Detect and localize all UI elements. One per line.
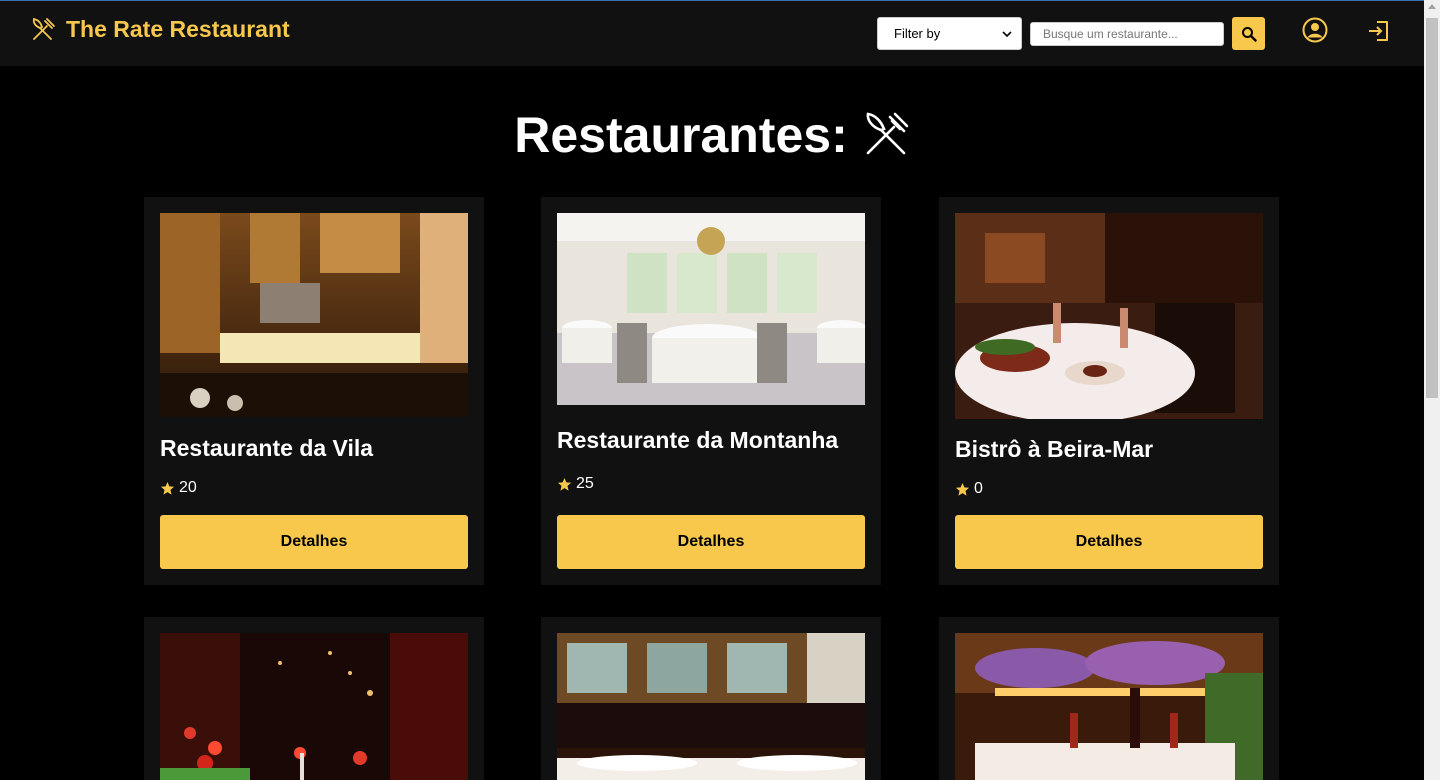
details-button[interactable]: Detalhes xyxy=(557,515,865,569)
filter-select[interactable]: Filter by xyxy=(877,17,1022,50)
logout-icon[interactable] xyxy=(1366,18,1392,44)
utensils-icon xyxy=(866,112,909,155)
restaurant-name: Restaurante da Montanha xyxy=(557,427,839,453)
utensils-icon xyxy=(32,17,55,40)
details-button[interactable]: Detalhes xyxy=(160,515,468,569)
search-button[interactable] xyxy=(1232,17,1265,50)
search-icon xyxy=(1241,26,1257,42)
restaurant-name: Restaurante da Vila xyxy=(160,435,374,461)
star-icon xyxy=(557,477,572,491)
scroll-up-arrow-icon[interactable] xyxy=(1428,4,1436,9)
scrollbar-thumb[interactable] xyxy=(1426,18,1438,398)
brand[interactable]: The Rate Restaurant xyxy=(30,16,290,43)
page-title-text: Restaurantes: xyxy=(514,107,848,163)
navbar: The Rate Restaurant Filter by xyxy=(0,1,1424,66)
restaurant-name: Bistrô à Beira-Mar xyxy=(955,436,1154,462)
filter-select-value: Filter by xyxy=(894,26,941,41)
star-icon xyxy=(955,482,970,496)
restaurant-image xyxy=(955,633,1263,780)
restaurant-rating: 25 xyxy=(557,475,594,493)
star-icon xyxy=(160,481,175,495)
rating-value: 25 xyxy=(576,475,594,492)
restaurant-card: Bistrô à Beira-Mar 0 Detalhes xyxy=(939,197,1279,585)
restaurant-image xyxy=(557,633,865,780)
rating-value: 20 xyxy=(179,479,197,496)
restaurant-image xyxy=(955,213,1263,419)
restaurant-image xyxy=(160,213,468,417)
restaurant-image xyxy=(160,633,468,780)
restaurant-card: Restaurante da Vila 20 Detalhes xyxy=(144,197,484,585)
restaurant-card: Restaurante da Montanha 25 Detalhes xyxy=(541,197,881,585)
restaurant-card xyxy=(144,617,484,780)
restaurant-card xyxy=(939,617,1279,780)
restaurant-rating: 20 xyxy=(160,479,197,497)
restaurant-card xyxy=(541,617,881,780)
brand-title: The Rate Restaurant xyxy=(66,16,290,42)
details-button[interactable]: Detalhes xyxy=(955,515,1263,569)
user-circle-icon[interactable] xyxy=(1302,17,1328,43)
rating-value: 0 xyxy=(974,480,983,497)
search-input[interactable] xyxy=(1030,22,1224,46)
page-title: Restaurantes: xyxy=(0,106,1424,164)
chevron-down-icon xyxy=(1002,30,1012,37)
restaurant-rating: 0 xyxy=(955,480,983,498)
restaurant-image xyxy=(557,213,865,405)
